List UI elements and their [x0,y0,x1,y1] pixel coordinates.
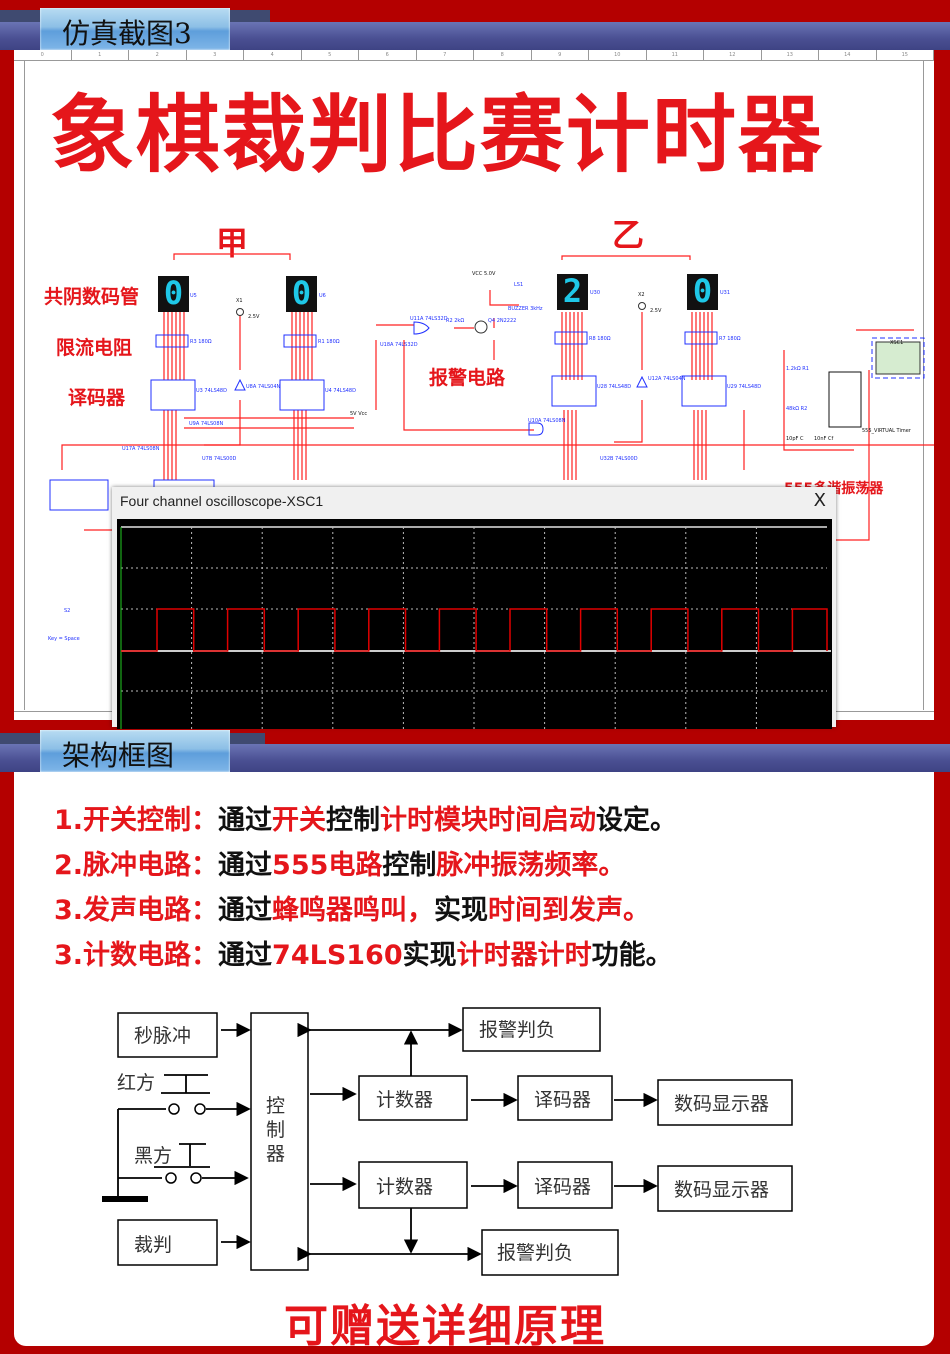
description-segment: 控制 [326,805,381,836]
label-x1-voltage: 2.5V [248,314,260,320]
label-u28: U28 74LS48D [597,384,631,390]
text-alarm-bottom: 报警判负 [497,1242,573,1264]
section-title: 仿真截图3 [62,17,192,50]
label-s2: S2 [64,608,70,614]
label-r1b: 1.2kΩ R1 [786,366,809,372]
section-tab-simulation: 仿真截图3 [40,8,230,50]
text-black-side: 黑方 [134,1145,172,1167]
label-u3: U3 74LS48D [196,388,227,394]
text-decoder-2: 译码器 [534,1176,591,1198]
oscilloscope-display [117,519,832,729]
description-segment: 3.计数电路： [54,940,219,971]
label-r8: R8 180Ω [589,336,611,342]
ref-u31: U31 [720,290,730,296]
label-key: Key = Space [48,636,80,642]
oscilloscope-window[interactable]: Four channel oscilloscope-XSC1 X [112,487,836,729]
label-u18a: U18A 74LS32D [380,342,418,348]
close-icon[interactable]: X [814,490,826,511]
section-title-2: 架构框图 [62,739,175,772]
text-alarm-top: 报警判负 [479,1019,555,1041]
description-segment: 通过 [218,940,273,971]
label-buzzer: BUZZER 3kHz [508,306,543,312]
text-controller-3: 器 [266,1143,285,1165]
label-timer: 555_VIRTUAL Timer [862,428,912,434]
description-segment: 设定。 [596,805,678,836]
label-u32b: U32B 74LS00D [600,456,638,462]
description-line: 2.脉冲电路：通过555电路控制脉冲振荡频率。 [54,843,625,882]
description-segment: 通过 [218,850,273,881]
text-counter-1: 计数器 [376,1089,433,1111]
label-ls1: LS1 [514,282,523,288]
ground-bar [102,1196,148,1202]
ref-u5: U5 [190,293,197,299]
label-u9a: U9A 74LS08N [189,421,224,427]
description-line: 3.发声电路：通过蜂鸣器鸣叫，实现时间到发声。 [54,888,650,927]
label-u8a: U8A 74LS04N [246,384,281,390]
description-segment: 脉冲振荡频率。 [436,850,626,881]
block-diagram: 秒脉冲 红方 黑方 裁判 控 制 器 报警判负 计数器 译码器 数码显示器 计数… [102,1007,793,1276]
label-u17a: U17A 74LS08N [122,446,160,452]
description-segment: 控制 [382,850,437,881]
label-vcc-5v: 5V Vcc [350,411,367,417]
description-line: 1.开关控制：通过开关控制计时模块时间启动设定。 [54,798,677,837]
label-x2-voltage: 2.5V [650,308,662,314]
description-segment: 计时模块时间启动 [380,805,597,836]
label-u11a: U11A 74LS32D [410,316,448,322]
label-vcc: VCC 5.0V [472,271,496,277]
label-u12a: U12A 74LS04N [648,376,686,382]
description-panel: 1.开关控制：通过开关控制计时模块时间启动设定。 2.脉冲电路：通过555电路控制… [14,772,934,1346]
ref-u30: U30 [590,290,600,296]
label-x2: X2 [638,292,645,298]
description-segment: 实现 [434,895,489,926]
text-referee: 裁判 [134,1234,172,1256]
block-controller [250,1012,309,1271]
text-second-pulse: 秒脉冲 [134,1025,191,1047]
description-segment: 2.脉冲电路： [54,850,219,881]
label-r1: R1 180Ω [318,339,340,345]
label-u7b: U7B 74LS00D [202,456,237,462]
label-u29: U29 74LS48D [727,384,761,390]
text-display-2: 数码显示器 [674,1179,769,1201]
description-segment: 3.发声电路： [54,895,219,926]
text-controller-2: 制 [266,1119,285,1141]
label-r7: R7 180Ω [719,336,741,342]
text-controller-1: 控 [266,1095,285,1117]
oscilloscope-title: Four channel oscilloscope-XSC1 [120,493,324,509]
label-c: 10pF C [786,436,804,442]
label-xsc1: XSC1 [890,340,903,346]
footer-note: 可赠送详细原理 [284,1301,606,1352]
description-segment: 计时器计时 [456,940,592,971]
text-decoder-1: 译码器 [534,1089,591,1111]
text-display-1: 数码显示器 [674,1093,769,1115]
label-x1: X1 [236,298,243,304]
description-segment: 通过 [218,805,273,836]
label-r2: R2 2kΩ [446,318,464,324]
ref-u6: U6 [319,293,326,299]
description-segment: 74LS160 [272,940,403,971]
description-segment: 555电路 [272,850,383,881]
label-r2b: 48kΩ R2 [786,406,807,412]
description-segment: 功能。 [591,940,673,971]
description-segment: 通过 [218,895,273,926]
label-q4: Q4 2N2222 [488,318,516,324]
label-cf: 10nF Cf [814,436,833,442]
description-segment: 开关 [272,805,327,836]
description-segment: 实现 [402,940,457,971]
label-r3: R3 180Ω [190,339,212,345]
label-u4: U4 74LS48D [325,388,356,394]
text-counter-2: 计数器 [376,1176,433,1198]
section-tab-architecture: 架构框图 [40,730,230,772]
text-red-side: 红方 [117,1072,155,1094]
scope-trace [121,608,828,652]
description-segment: 时间到发声。 [488,895,651,926]
description-line: 3.计数电路：通过74LS160实现计时器计时功能。 [54,933,673,972]
description-segment: 蜂鸣器鸣叫， [272,895,435,926]
label-u10a: U10A 74LS08N [528,418,566,424]
description-segment: 1.开关控制： [54,805,219,836]
